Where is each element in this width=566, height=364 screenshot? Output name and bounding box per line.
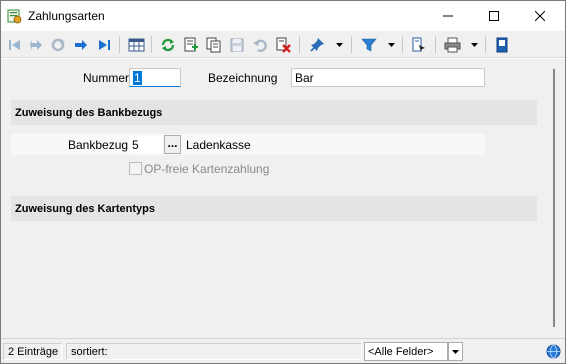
next-record-icon [75, 40, 87, 50]
close-icon [535, 11, 545, 21]
nummer-input[interactable]: 1 [129, 68, 181, 87]
table-view-icon [128, 38, 144, 52]
bezeichnung-input[interactable]: Bar [291, 68, 485, 87]
status-bar: 2 Einträge sortiert: <Alle Felder> [1, 338, 565, 363]
browse-icon: ... [167, 136, 178, 150]
print-button[interactable] [442, 35, 462, 55]
first-record-icon [9, 40, 20, 50]
refresh-icon [161, 38, 175, 52]
section-bankbezug: Zuweisung des Bankbezugs [11, 100, 537, 125]
minimize-button[interactable] [425, 1, 471, 31]
delete-button[interactable] [273, 35, 293, 55]
pin-icon [310, 38, 324, 52]
section-kartentyp-title: Zuweisung des Kartentyps [15, 203, 155, 215]
cycle-button[interactable] [48, 35, 68, 55]
title-bar: Zahlungsarten [1, 1, 565, 31]
refresh-disabled-icon [51, 38, 65, 52]
export-icon [412, 37, 425, 52]
copy-record-button[interactable] [204, 35, 224, 55]
section-kartentyp: Zuweisung des Kartentyps [11, 196, 537, 221]
last-record-button[interactable] [94, 35, 114, 55]
notes-icon [496, 37, 508, 53]
sort-status-text: sortiert: [71, 346, 108, 358]
pin-dropdown-button[interactable] [335, 38, 343, 52]
chevron-down-icon [452, 349, 459, 354]
previous-record-button[interactable] [26, 35, 46, 55]
next-record-button[interactable] [71, 35, 91, 55]
sort-status: sortiert: [66, 343, 362, 360]
record-count-text: 2 Einträge [8, 346, 59, 358]
chevron-down-icon [470, 43, 478, 47]
delete-icon [276, 37, 291, 53]
minimize-icon [443, 15, 453, 17]
new-record-icon [184, 37, 198, 52]
undo-icon [253, 39, 267, 52]
section-bankbezug-title: Zuweisung des Bankbezugs [15, 107, 163, 119]
pin-button[interactable] [307, 35, 327, 55]
record-count: 2 Einträge [3, 343, 62, 360]
toolbar-separator [299, 36, 300, 53]
filter-icon [361, 38, 377, 52]
undo-button[interactable] [250, 35, 270, 55]
export-button[interactable] [409, 35, 429, 55]
save-button[interactable] [227, 35, 247, 55]
previous-record-icon [30, 40, 42, 50]
notes-button[interactable] [492, 35, 512, 55]
toolbar-separator [402, 36, 403, 53]
toolbar-separator [151, 36, 152, 53]
nummer-label: Nummer [83, 71, 130, 85]
new-record-button[interactable] [181, 35, 201, 55]
bankbezug-value: 5 [132, 138, 139, 152]
op-freie-kartenzahlung-label: OP-freie Kartenzahlung [144, 162, 270, 176]
window: Zahlungsarten Nummer 1 Bezeichnung Bar Z… [0, 0, 566, 364]
maximize-icon [489, 11, 499, 21]
print-dropdown-button[interactable] [470, 38, 478, 52]
maximize-button[interactable] [471, 1, 517, 31]
bankbezug-label: Bankbezug [68, 138, 129, 152]
field-filter-select[interactable]: <Alle Felder> [364, 342, 448, 361]
form-area: Nummer 1 Bezeichnung Bar Zuweisung des B… [1, 59, 551, 338]
bankbezug-name: Ladenkasse [186, 138, 251, 152]
field-filter-dropdown-button[interactable] [448, 342, 463, 361]
toolbar-separator [351, 36, 352, 53]
print-icon [444, 37, 460, 53]
chevron-down-icon [335, 43, 343, 47]
refresh-button[interactable] [158, 35, 178, 55]
close-button[interactable] [517, 1, 563, 31]
toolbar [1, 31, 565, 58]
bankbezug-input[interactable]: 5 [128, 135, 164, 154]
app-icon [7, 9, 22, 24]
bezeichnung-value: Bar [295, 71, 314, 85]
scrollbar-thumb[interactable] [553, 69, 555, 327]
filter-button[interactable] [359, 35, 379, 55]
first-record-button[interactable] [5, 35, 25, 55]
op-freie-kartenzahlung-checkbox[interactable] [129, 162, 142, 175]
vertical-scrollbar[interactable] [551, 59, 565, 338]
copy-record-icon [206, 37, 221, 53]
chevron-down-icon [387, 43, 395, 47]
globe-button[interactable] [546, 344, 562, 360]
table-view-button[interactable] [126, 35, 146, 55]
toolbar-separator [435, 36, 436, 53]
nummer-value: 1 [133, 71, 142, 85]
save-icon [230, 38, 244, 52]
field-filter-value: <Alle Felder> [368, 346, 434, 358]
filter-dropdown-button[interactable] [387, 38, 395, 52]
toolbar-separator [485, 36, 486, 53]
bankbezug-browse-button[interactable]: ... [164, 135, 181, 154]
window-title: Zahlungsarten [28, 9, 105, 23]
bezeichnung-label: Bezeichnung [208, 71, 278, 85]
last-record-icon [99, 40, 110, 50]
toolbar-separator [119, 36, 120, 53]
globe-icon [546, 344, 561, 359]
